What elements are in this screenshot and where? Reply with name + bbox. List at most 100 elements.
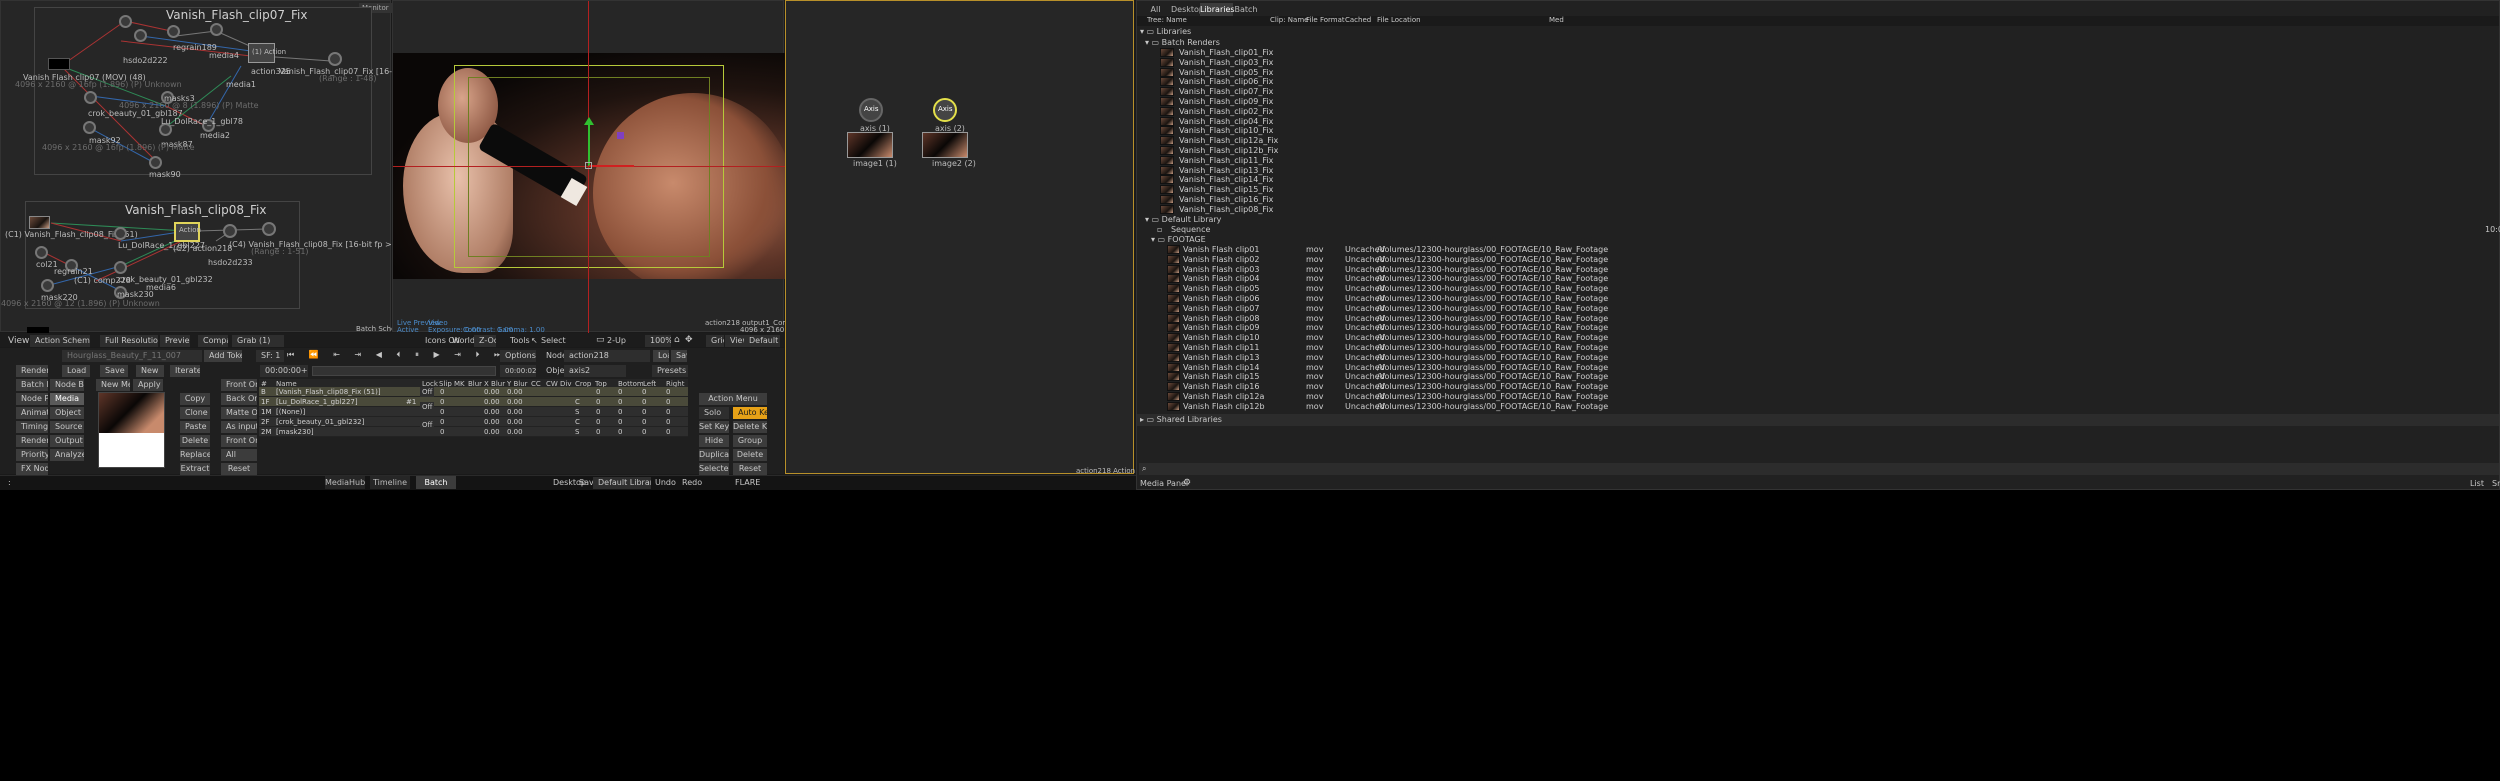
tree-libraries[interactable]: ▾ ▭ Libraries bbox=[1140, 27, 1191, 36]
lock-off-toggle[interactable]: Off bbox=[420, 387, 434, 397]
header-media[interactable]: Med bbox=[1549, 16, 1564, 24]
media-panel-select[interactable]: Media Panel bbox=[1140, 479, 1188, 488]
world-toggle[interactable]: World bbox=[452, 336, 475, 345]
media-tab[interactable]: Media bbox=[50, 393, 84, 405]
footage-clip-row[interactable]: Vanish Flash clip12b mov Uncached /Volum… bbox=[1167, 401, 2497, 412]
gizmo-y-axis[interactable] bbox=[588, 121, 590, 166]
layout-2up-icon[interactable]: ▭ bbox=[596, 335, 605, 345]
tree-shared-libraries[interactable]: ▸ ▭ Shared Libraries bbox=[1140, 415, 1222, 424]
render-clip-row[interactable]: Vanish_Flash_clip08_Fix bbox=[1157, 204, 1273, 215]
setup-name-field[interactable]: Hourglass_Beauty_F_11_007 bbox=[62, 350, 202, 362]
header-cached[interactable]: Cached bbox=[1345, 16, 1371, 24]
tree-footage[interactable]: ▾ ▭ FOOTAGE bbox=[1151, 235, 1206, 244]
redo-button[interactable]: Redo bbox=[682, 478, 702, 487]
new-button[interactable]: New bbox=[136, 365, 164, 377]
delete-button[interactable]: Delete bbox=[180, 435, 210, 447]
footage-clip-row[interactable]: Vanish Flash clip13 mov Uncached /Volume… bbox=[1167, 352, 2497, 363]
matte-on-button[interactable]: Matte On bbox=[221, 407, 257, 419]
apply-button[interactable]: Apply bbox=[133, 379, 163, 391]
solo-button[interactable]: Solo bbox=[699, 407, 729, 419]
footage-clip-row[interactable]: Vanish Flash clip16 mov Uncached /Volume… bbox=[1167, 382, 2497, 392]
lock-icon[interactable]: ⌂ bbox=[674, 335, 680, 345]
batch-prefs-button[interactable]: Batch Prefs bbox=[16, 379, 48, 391]
footage-clip-row[interactable]: Vanish Flash clip08 mov Uncached /Volume… bbox=[1167, 313, 2497, 324]
clone-button[interactable]: Clone bbox=[180, 407, 210, 419]
load-node-button[interactable]: Load bbox=[653, 350, 669, 362]
small-size-toggle[interactable]: Small bbox=[2492, 479, 2500, 488]
node-col21[interactable] bbox=[35, 246, 48, 259]
add-token-button[interactable]: Add Token bbox=[204, 350, 242, 362]
node-output-clip08[interactable] bbox=[262, 222, 276, 236]
copy-button[interactable]: Copy bbox=[180, 393, 210, 405]
action-menu-button[interactable]: Action Menu bbox=[699, 393, 767, 405]
set-key-button[interactable]: Set Key bbox=[699, 421, 729, 433]
batch-schematic-panel[interactable]: Monitor Vanish_Flash_clip07_Fix hsdo2d22… bbox=[0, 0, 422, 333]
node-mask220[interactable] bbox=[41, 279, 54, 292]
source-tab[interactable]: Source bbox=[50, 421, 84, 433]
timing-button[interactable]: Timing bbox=[16, 421, 48, 433]
image2-node[interactable] bbox=[922, 132, 968, 158]
footage-clip-row[interactable]: Vanish Flash clip05 mov Uncached /Volume… bbox=[1167, 284, 2497, 294]
fx-nodes-button[interactable]: FX Nodes bbox=[16, 463, 48, 475]
render-clip-row[interactable]: Vanish_Flash_clip02_Fix bbox=[1157, 106, 1273, 117]
tab-all[interactable]: All bbox=[1143, 3, 1168, 16]
duplicate-button[interactable]: Duplicate bbox=[699, 449, 729, 461]
shared-libraries-bar[interactable] bbox=[1137, 414, 2499, 426]
cell-name[interactable]: [(None)] bbox=[276, 407, 305, 417]
render-list-button[interactable]: Render List bbox=[16, 435, 48, 447]
footage-clip-row[interactable]: Vanish Flash clip02 mov Uncached /Volume… bbox=[1167, 254, 2497, 265]
gear-icon[interactable]: ⚙ bbox=[1183, 478, 1191, 488]
header-file-location[interactable]: File Location bbox=[1377, 16, 1421, 24]
paste-button[interactable]: Paste bbox=[180, 421, 210, 433]
header-file-format[interactable]: File Format bbox=[1306, 16, 1345, 24]
render-clip-row[interactable]: Vanish_Flash_clip13_Fix bbox=[1157, 165, 1273, 176]
node-clip08-source[interactable] bbox=[29, 216, 50, 229]
footage-clip-row[interactable]: Vanish Flash clip10 mov Uncached /Volume… bbox=[1167, 333, 2497, 343]
load-button[interactable]: Load bbox=[62, 365, 90, 377]
iterate-button[interactable]: Iterate bbox=[170, 365, 200, 377]
animation-button[interactable]: Animation bbox=[16, 407, 48, 419]
footage-clip-row[interactable]: Vanish Flash clip14 mov Uncached /Volume… bbox=[1167, 362, 2497, 373]
viewer-panel[interactable]: Live Preview Active Video Exposure: 0.00… bbox=[392, 0, 839, 334]
presets-select[interactable]: Presets bbox=[652, 365, 688, 377]
render-button[interactable]: Render bbox=[16, 365, 48, 377]
lock-off-toggle[interactable]: Off bbox=[420, 402, 434, 412]
render-clip-row[interactable]: Vanish_Flash_clip16_Fix bbox=[1157, 195, 1273, 205]
render-clip-row[interactable]: Vanish_Flash_clip12a_Fix bbox=[1157, 136, 1278, 146]
node-prefs-button[interactable]: Node Prefs bbox=[16, 393, 48, 405]
object-tab[interactable]: Object bbox=[50, 407, 84, 419]
select-tool[interactable]: Select bbox=[541, 336, 566, 345]
footage-clip-row[interactable]: Vanish Flash clip09 mov Uncached /Volume… bbox=[1167, 323, 2497, 333]
auto-key-button[interactable]: Auto Key bbox=[733, 407, 767, 419]
cell-name[interactable]: [crok_beauty_01_gbl232] bbox=[276, 417, 364, 427]
gizmo-x-axis[interactable] bbox=[589, 165, 634, 167]
render-clip-row[interactable]: Vanish_Flash_clip09_Fix bbox=[1157, 97, 1273, 107]
delete-key-button[interactable]: Delete Key bbox=[733, 421, 767, 433]
front-on-button[interactable]: Front On bbox=[221, 379, 257, 391]
fit-icon[interactable]: ✥ bbox=[685, 335, 693, 345]
media-table-row[interactable]: 2M [mask230] 0 0.00 0.00 S 0 0 0 0 bbox=[259, 427, 688, 437]
node-lu-dolrace-227[interactable] bbox=[114, 227, 127, 240]
view-button[interactable]: View bbox=[725, 335, 745, 347]
image1-node[interactable] bbox=[847, 132, 893, 158]
footage-clip-row[interactable]: Vanish Flash clip03 mov Uncached /Volume… bbox=[1167, 264, 2497, 275]
library-select[interactable]: Default Library bbox=[593, 477, 651, 489]
render-clip-row[interactable]: Vanish_Flash_clip06_Fix bbox=[1157, 77, 1273, 87]
tree-default-library[interactable]: ▾ ▭ Default Library bbox=[1145, 215, 1221, 224]
footage-clip-row[interactable]: Vanish Flash clip12a mov Uncached /Volum… bbox=[1167, 392, 2497, 402]
render-clip-row[interactable]: Vanish_Flash_clip15_Fix bbox=[1157, 185, 1273, 195]
default-camera-select[interactable]: Default bbox=[744, 335, 780, 347]
node-bin-button[interactable]: Node Bin bbox=[50, 379, 84, 391]
footage-clip-row[interactable]: Vanish Flash clip15 mov Uncached /Volume… bbox=[1167, 372, 2497, 382]
compare-button[interactable]: Compare bbox=[198, 335, 228, 347]
back-on-button[interactable]: Back On bbox=[221, 393, 257, 405]
list-view-toggle[interactable]: List bbox=[2470, 479, 2484, 488]
media-table-row[interactable]: B [Vanish_Flash_clip08_Fix (51)] 0 0.00 0.00… bbox=[259, 387, 688, 397]
replace-button[interactable]: Replace bbox=[180, 449, 210, 461]
delete-object-button[interactable]: Delete bbox=[733, 449, 767, 461]
render-clip-row[interactable]: Vanish_Flash_clip04_Fix bbox=[1157, 116, 1273, 127]
tab-desktop[interactable]: Desktop bbox=[1171, 3, 1204, 16]
as-input-button[interactable]: As input bbox=[221, 421, 257, 433]
z-occ-toggle[interactable]: Z-Occ bbox=[474, 335, 496, 347]
arrow-tool-icon[interactable]: ↖ bbox=[531, 336, 538, 345]
